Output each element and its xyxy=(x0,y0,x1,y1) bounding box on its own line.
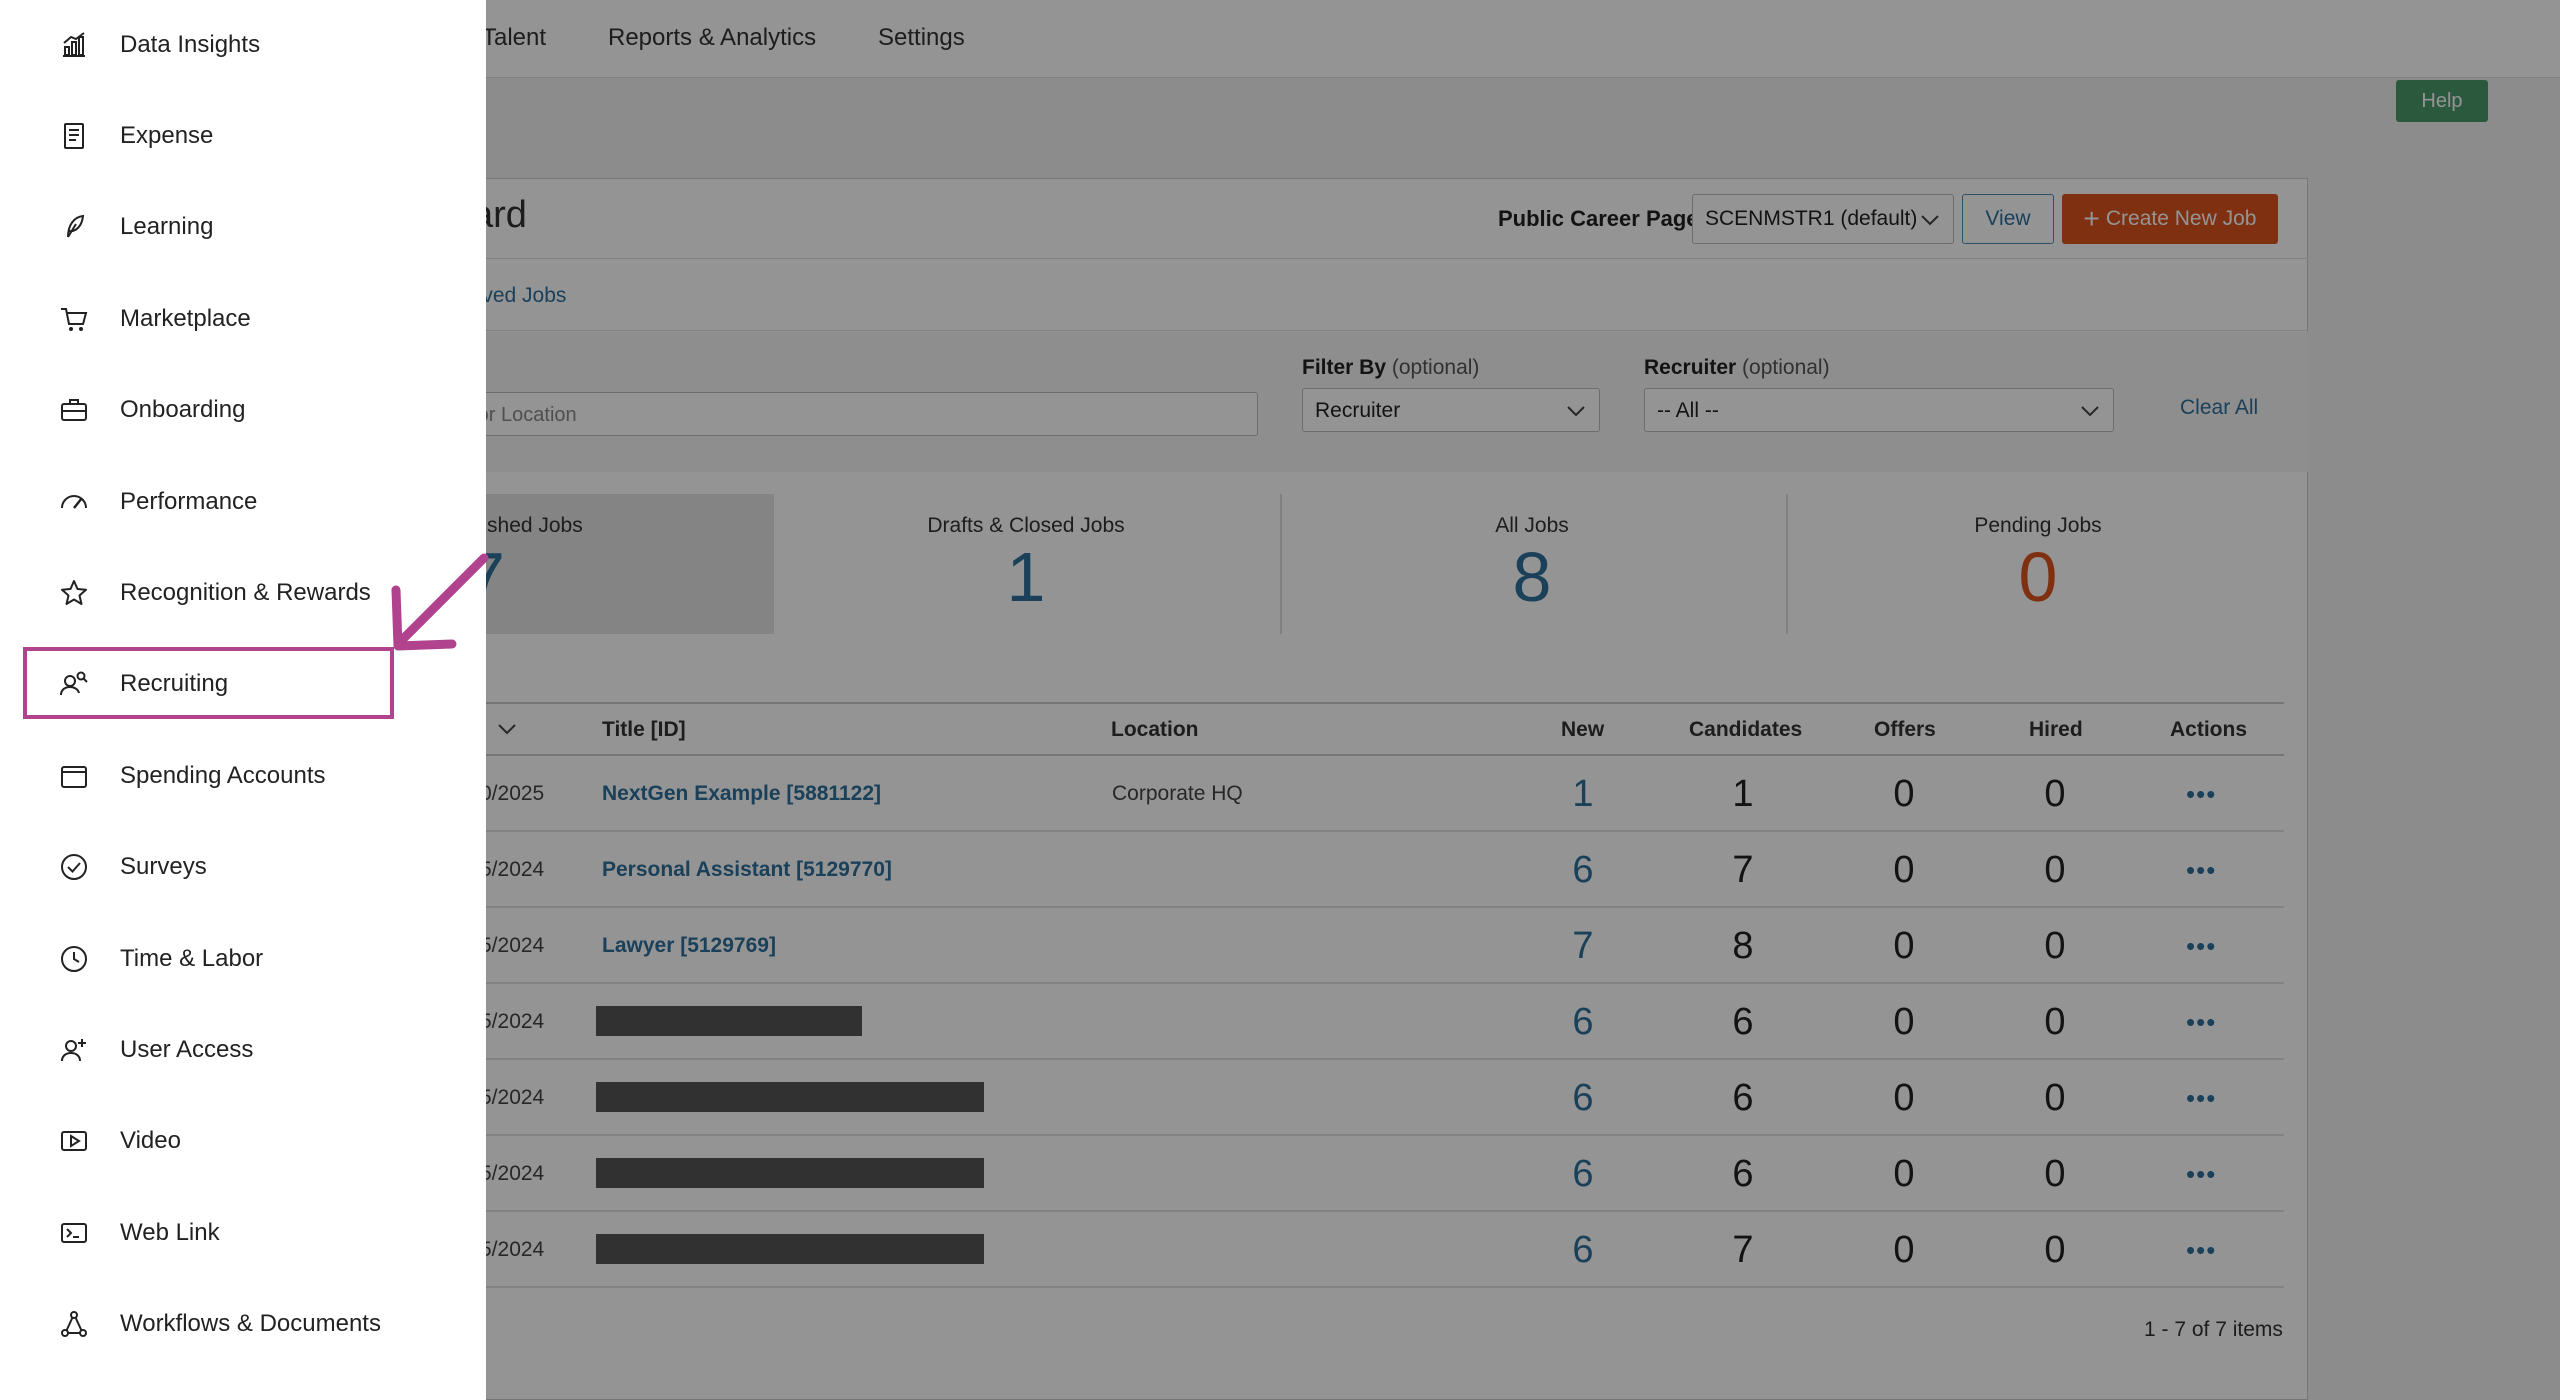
receipt-icon xyxy=(58,120,90,152)
sidebar-item-marketplace[interactable]: Marketplace xyxy=(0,273,486,364)
clock-icon xyxy=(58,943,90,975)
sidebar-item-label: Expense xyxy=(120,121,214,149)
sidebar-item-label: User Access xyxy=(120,1035,254,1063)
sidebar-item-label: Spending Accounts xyxy=(120,761,326,789)
sidebar-item-surveys[interactable]: Surveys xyxy=(0,822,486,913)
pointer-arrow-icon xyxy=(391,553,489,651)
video-icon xyxy=(58,1125,90,1157)
workflow-icon xyxy=(58,1308,90,1340)
check-circle-icon xyxy=(58,851,90,883)
terminal-icon xyxy=(58,1217,90,1249)
sidebar-item-web-link[interactable]: Web Link xyxy=(0,1187,486,1278)
sidebar-item-user-access[interactable]: User Access xyxy=(0,1004,486,1095)
sidebar-item-label: Performance xyxy=(120,487,258,515)
bar-chart-icon xyxy=(58,29,90,61)
sidebar-item-label: Surveys xyxy=(120,853,207,881)
star-icon xyxy=(58,577,90,609)
leaf-icon xyxy=(58,211,90,243)
sidebar-item-label: Workflows & Documents xyxy=(120,1310,381,1338)
briefcase-icon xyxy=(58,394,90,426)
sidebar-item-time-labor[interactable]: Time & Labor xyxy=(0,913,486,1004)
sidebar-item-workflows-documents[interactable]: Workflows & Documents xyxy=(0,1279,486,1370)
sidebar-item-expense[interactable]: Expense xyxy=(0,90,486,181)
sidebar-item-label: Web Link xyxy=(120,1218,220,1246)
sidebar-item-spending-accounts[interactable]: Spending Accounts xyxy=(0,730,486,821)
sidebar-item-video[interactable]: Video xyxy=(0,1096,486,1187)
person-add-icon xyxy=(58,1034,90,1066)
wallet-icon xyxy=(58,760,90,792)
cart-icon xyxy=(58,303,90,335)
sidebar-item-performance[interactable]: Performance xyxy=(0,456,486,547)
sidebar-item-learning[interactable]: Learning xyxy=(0,182,486,273)
sidebar-item-label: Recognition & Rewards xyxy=(120,578,371,606)
sidebar-item-label: Time & Labor xyxy=(120,944,264,972)
sidebar-item-onboarding[interactable]: Onboarding xyxy=(0,365,486,456)
sidebar-item-label: Video xyxy=(120,1127,181,1155)
sidebar-item-label: Data Insights xyxy=(120,30,261,58)
sidebar-item-label: Marketplace xyxy=(120,304,251,332)
recruiting-highlight-box xyxy=(23,647,394,719)
sidebar-item-label: Learning xyxy=(120,213,214,241)
gauge-icon xyxy=(58,486,90,518)
sidebar-item-label: Onboarding xyxy=(120,396,246,424)
sidebar-item-data-insights[interactable]: Data Insights xyxy=(0,0,486,90)
